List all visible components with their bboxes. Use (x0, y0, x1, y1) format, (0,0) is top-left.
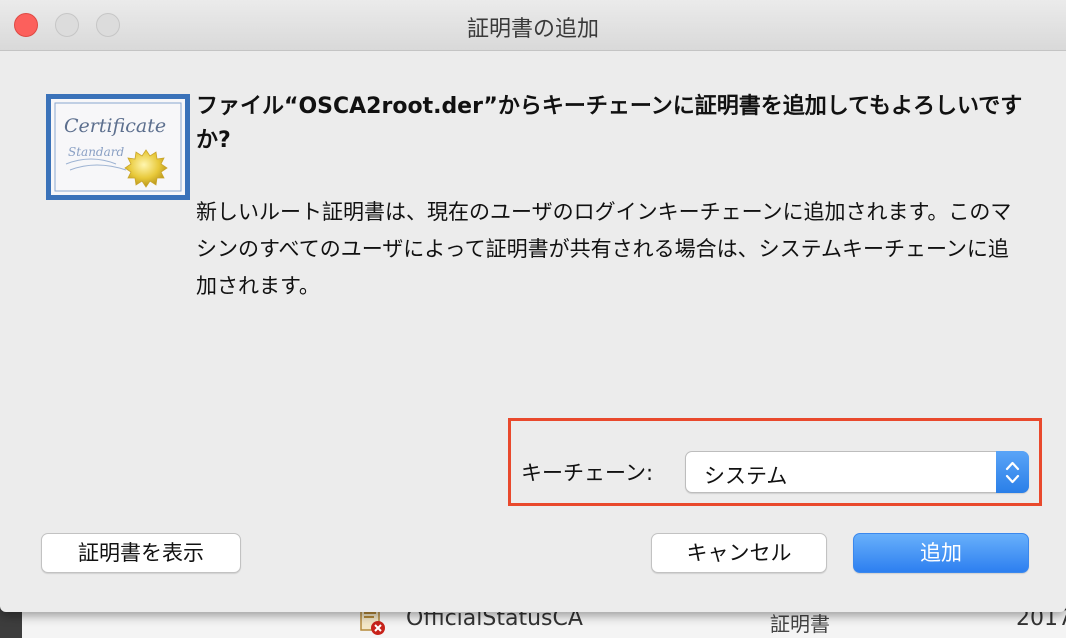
popup-arrows[interactable] (996, 451, 1029, 493)
certificate-subtitle-text: Standard (68, 145, 124, 159)
dialog-heading: ファイル“OSCA2root.der”からキーチェーンに証明書を追加してもよろし… (196, 94, 1023, 153)
dialog-message: 新しいルート証明書は、現在のユーザのログインキーチェーンに追加されます。このマシ… (196, 200, 1012, 298)
row-kind: 証明書 (770, 612, 830, 636)
view-certificates-button[interactable]: 証明書を表示 (41, 533, 241, 573)
add-certificates-dialog: 証明書の追加 Certificate Standard ファイル“OSCA2ro… (0, 0, 1066, 612)
add-button[interactable]: 追加 (853, 533, 1029, 573)
up-down-chevron-icon (1005, 461, 1020, 484)
certificate-icon: Certificate Standard (46, 94, 190, 200)
title-bar: 証明書の追加 (0, 0, 1066, 51)
window-title: 証明書の追加 (466, 17, 599, 42)
cancel-button[interactable]: キャンセル (651, 533, 827, 573)
certificate-title-text: Certificate (64, 115, 166, 137)
keychain-label: キーチェーン: (521, 461, 654, 485)
keychain-selected-value: システム (704, 464, 788, 488)
keychain-popup[interactable]: システム (685, 451, 1029, 493)
